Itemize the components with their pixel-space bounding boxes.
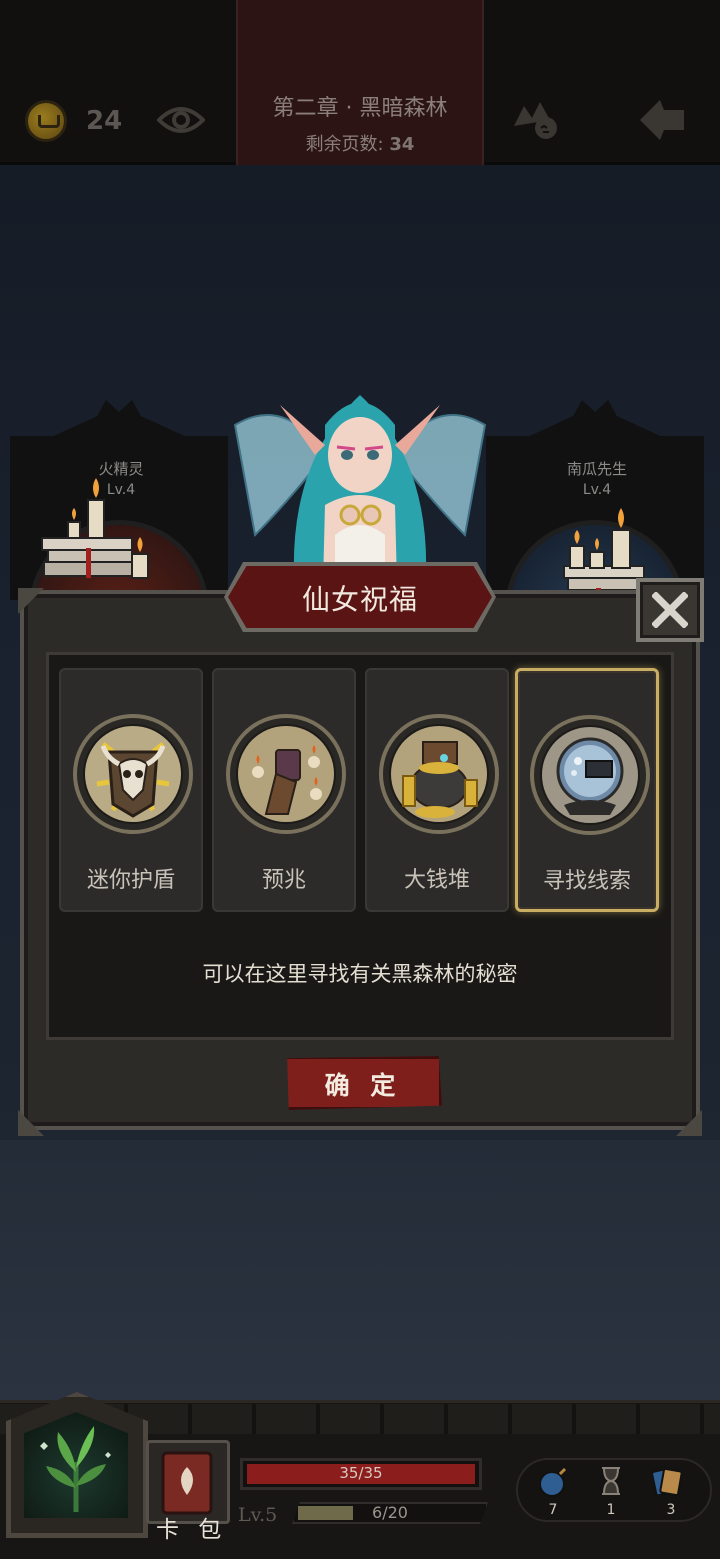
omen-cards-icon (226, 714, 346, 834)
dialog-title: 仙女祝福 (301, 583, 418, 616)
cards-icon[interactable] (650, 1464, 684, 1498)
crystal-ball-icon (530, 715, 650, 835)
pumpkin-icon[interactable] (510, 96, 560, 142)
option-omen[interactable]: 预兆 (212, 668, 356, 912)
bomb-count: 7 (548, 1502, 558, 1518)
pages-label: 剩余页数: (305, 134, 384, 155)
coin-count: 24 (86, 106, 123, 136)
pages-remaining: 剩余页数: 34 (236, 130, 484, 156)
shield-skull-icon (73, 714, 193, 834)
player-level: Lv.5 (238, 1504, 278, 1526)
cards-count: 3 (666, 1502, 676, 1518)
eye-icon[interactable] (157, 104, 205, 136)
plant-icon (40, 1426, 111, 1512)
option-label: 迷你护盾 (86, 868, 175, 893)
hourglass-count: 1 (606, 1502, 616, 1518)
card-pack-label: 卡 包 (156, 1517, 228, 1543)
ground (0, 1140, 720, 1400)
coin-icon (25, 100, 67, 142)
bomb-icon[interactable] (536, 1464, 570, 1498)
option-label: 寻找线索 (542, 869, 631, 894)
confirm-label: 确 定 (324, 1071, 402, 1100)
chapter-title: 第二章 · 黑暗森林 (272, 96, 448, 121)
close-icon (652, 592, 688, 628)
option-find-clues[interactable]: 寻找线索 (515, 668, 659, 912)
option-mini-shield[interactable]: 迷你护盾 (59, 668, 203, 912)
option-label: 大钱堆 (403, 868, 470, 893)
option-label: 预兆 (261, 868, 306, 893)
close-button[interactable] (636, 578, 704, 642)
candles-books-icon (41, 478, 149, 579)
back-arrow-icon[interactable] (636, 96, 688, 144)
hero-portrait (24, 1412, 128, 1518)
option-big-money[interactable]: 大钱堆 (365, 668, 509, 912)
hp-text: 35/35 (339, 1464, 383, 1482)
pages-value: 34 (389, 134, 415, 155)
treasure-pile-icon (379, 714, 499, 834)
xp-text: 6/20 (372, 1503, 408, 1522)
option-description: 可以在这里寻找有关黑森林的秘密 (202, 962, 518, 986)
card-name-right: 南瓜先生 (566, 460, 627, 478)
hourglass-icon[interactable] (594, 1464, 628, 1498)
